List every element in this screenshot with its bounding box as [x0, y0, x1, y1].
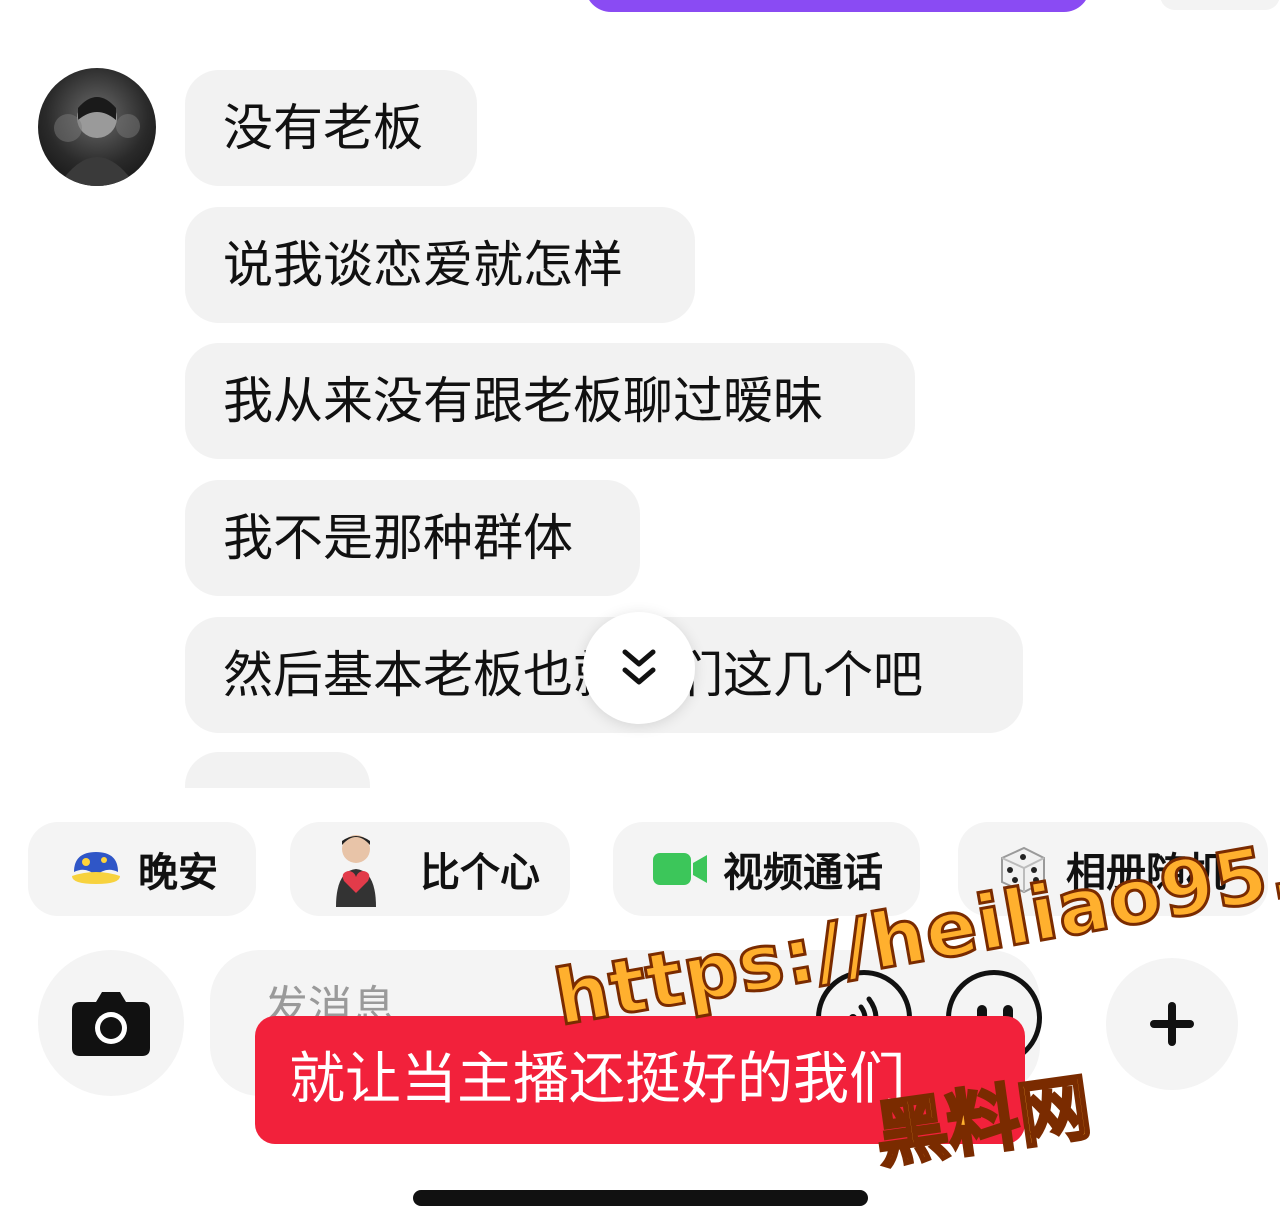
- plus-icon: [1150, 1002, 1194, 1046]
- moon-icon: [68, 846, 124, 892]
- quick-action-make-heart[interactable]: 比个心: [290, 822, 570, 916]
- video-camera-icon: [651, 849, 709, 889]
- message-bubble-partial[interactable]: [185, 752, 370, 788]
- heart-gesture-icon: [328, 831, 384, 907]
- top-purple-bar[interactable]: [585, 0, 1090, 12]
- avatar[interactable]: [38, 68, 156, 186]
- message-bubble[interactable]: 我从来没有跟老板聊过暧昧: [185, 343, 915, 459]
- camera-icon: [72, 992, 150, 1056]
- home-indicator[interactable]: [413, 1190, 868, 1206]
- more-options-button[interactable]: [1106, 958, 1238, 1090]
- quick-action-goodnight[interactable]: 晚安: [28, 822, 256, 916]
- avatar-image: [54, 97, 140, 186]
- scroll-to-bottom-button[interactable]: [583, 612, 695, 724]
- message-bubble[interactable]: 我不是那种群体: [185, 480, 640, 596]
- message-bubble[interactable]: 没有老板: [185, 70, 477, 186]
- message-bubble[interactable]: 说我谈恋爱就怎样: [185, 207, 695, 323]
- top-right-element: [1160, 0, 1280, 10]
- quick-action-label: 视频通话: [723, 850, 883, 896]
- quick-action-label: 比个心: [420, 850, 540, 896]
- quick-action-label: 晚安: [138, 850, 218, 896]
- double-chevron-down-icon: [622, 649, 656, 685]
- camera-button[interactable]: [38, 950, 184, 1096]
